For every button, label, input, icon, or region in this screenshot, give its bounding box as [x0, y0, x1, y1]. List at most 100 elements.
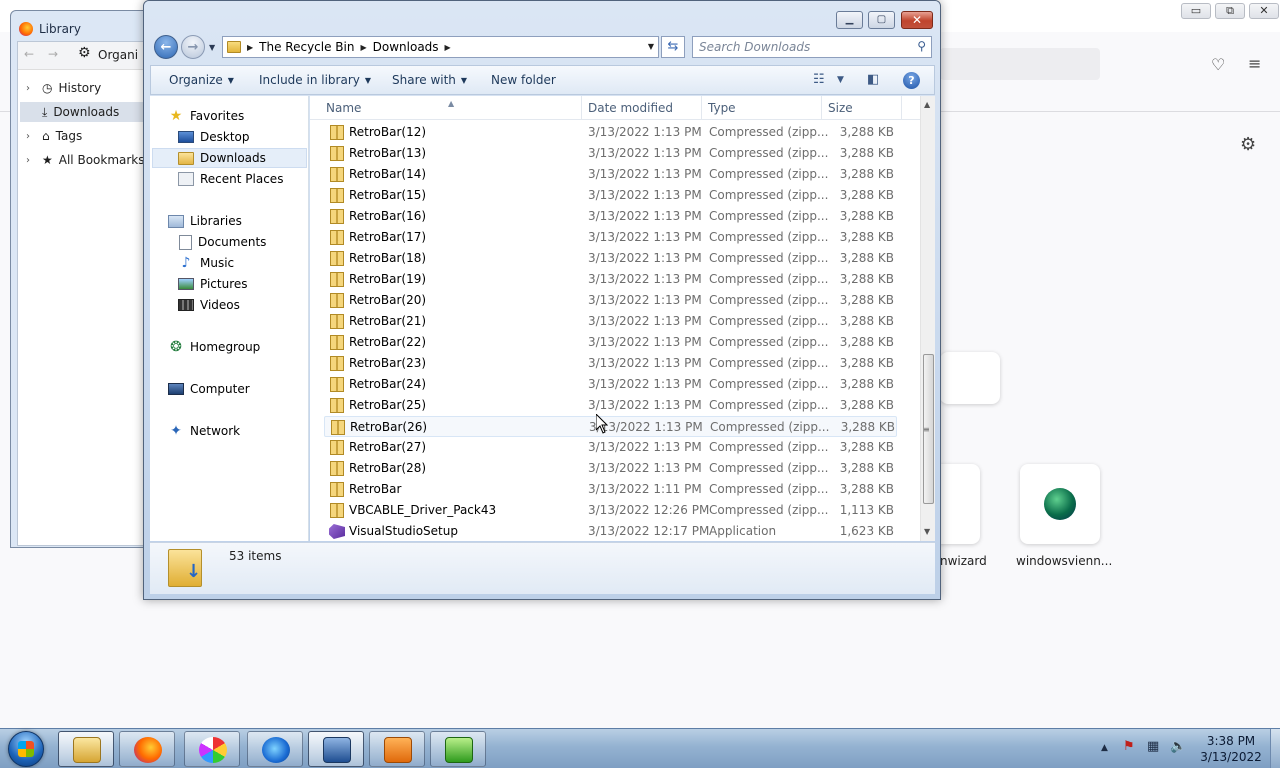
- file-row[interactable]: RetroBar(12) 3/13/2022 1:13 PM Compressed …: [324, 122, 897, 143]
- column-header-date[interactable]: Date modified: [582, 96, 702, 120]
- file-row[interactable]: RetroBar(26) 3/13/2022 1:13 PM Compressed …: [324, 416, 897, 437]
- libraries-icon: [168, 214, 184, 228]
- recent-pages-dropdown[interactable]: ▼: [209, 43, 215, 52]
- file-row[interactable]: RetroBar 3/13/2022 1:11 PM Compressed (zip…: [324, 479, 897, 500]
- search-input[interactable]: [693, 37, 903, 57]
- file-row[interactable]: RetroBar(23) 3/13/2022 1:13 PM Compressed …: [324, 353, 897, 374]
- nav-downloads[interactable]: Downloads: [152, 148, 307, 168]
- forward-arrow-icon[interactable]: →: [48, 47, 58, 61]
- forward-button[interactable]: →: [181, 35, 205, 59]
- file-row[interactable]: RetroBar(20) 3/13/2022 1:13 PM Compressed …: [324, 290, 897, 311]
- menu-icon[interactable]: ≡: [1248, 54, 1261, 73]
- taskbar-paint-button[interactable]: [184, 731, 240, 767]
- address-bar[interactable]: ▶ The Recycle Bin ▶ Downloads ▶ ▼: [222, 36, 659, 58]
- file-row[interactable]: RetroBar(25) 3/13/2022 1:13 PM Compressed …: [324, 395, 897, 416]
- new-folder-button[interactable]: New folder: [491, 73, 556, 87]
- firefox-restore-button[interactable]: ⧉: [1215, 3, 1245, 19]
- file-row[interactable]: RetroBar(16) 3/13/2022 1:13 PM Compressed …: [324, 206, 897, 227]
- organize-menu[interactable]: Organi: [98, 48, 138, 62]
- library-item-downloads[interactable]: ⤓ Downloads: [20, 102, 148, 122]
- file-row[interactable]: RetroBar(24) 3/13/2022 1:13 PM Compressed …: [324, 374, 897, 395]
- nav-favorites[interactable]: ★ Favorites: [168, 106, 245, 126]
- taskbar-media-player-button[interactable]: [369, 731, 425, 767]
- expand-arrow-icon[interactable]: ›: [26, 155, 36, 166]
- expand-arrow-icon[interactable]: ›: [26, 131, 36, 142]
- breadcrumb-separator-icon[interactable]: ▶: [360, 43, 366, 52]
- gear-icon[interactable]: ⚙: [1240, 134, 1256, 155]
- gear-icon[interactable]: ⚙: [78, 45, 91, 61]
- help-icon[interactable]: ?: [903, 72, 920, 89]
- nav-computer[interactable]: Computer: [168, 379, 250, 399]
- nav-network[interactable]: ✦ Network: [168, 421, 240, 441]
- column-header-type[interactable]: Type: [702, 96, 822, 120]
- shortcut-card[interactable]: [940, 352, 1000, 404]
- scroll-up-arrow-icon[interactable]: ▲: [924, 100, 930, 109]
- file-row[interactable]: RetroBar(17) 3/13/2022 1:13 PM Compressed …: [324, 227, 897, 248]
- minimize-button[interactable]: ▁: [836, 11, 863, 29]
- chevron-down-icon[interactable]: ▼: [837, 75, 844, 85]
- nav-music[interactable]: ♪ Music: [178, 253, 235, 273]
- taskbar-play-app-button[interactable]: [430, 731, 486, 767]
- library-item-all-bookmarks[interactable]: › ★ All Bookmarks: [26, 150, 145, 170]
- file-row[interactable]: RetroBar(14) 3/13/2022 1:13 PM Compressed …: [324, 164, 897, 185]
- breadcrumb-separator-icon[interactable]: ▶: [445, 43, 451, 52]
- back-button[interactable]: ←: [154, 35, 178, 59]
- show-desktop-button[interactable]: [1270, 729, 1280, 768]
- file-row[interactable]: RetroBar(13) 3/13/2022 1:13 PM Compressed …: [324, 143, 897, 164]
- file-date: 3/13/2022 12:26 PM: [588, 503, 710, 517]
- library-item-tags[interactable]: › ⌂ Tags: [26, 126, 82, 146]
- nav-pictures[interactable]: Pictures: [178, 274, 248, 294]
- preview-pane-icon[interactable]: ◧: [867, 72, 879, 87]
- firefox-minimize-button[interactable]: ▭: [1181, 3, 1211, 19]
- file-row[interactable]: VisualStudioSetup 3/13/2022 12:17 PM Appli…: [324, 521, 897, 541]
- breadcrumb-separator-icon[interactable]: ▶: [247, 43, 253, 52]
- view-options-icon[interactable]: ☷: [813, 72, 825, 87]
- breadcrumb-recycle-bin[interactable]: The Recycle Bin: [259, 40, 354, 54]
- close-button[interactable]: ✕: [901, 11, 933, 29]
- file-row[interactable]: RetroBar(21) 3/13/2022 1:13 PM Compressed …: [324, 311, 897, 332]
- file-row[interactable]: RetroBar(19) 3/13/2022 1:13 PM Compressed …: [324, 269, 897, 290]
- firefox-close-button[interactable]: ✕: [1249, 3, 1279, 19]
- taskbar-remote-desktop-button[interactable]: [308, 731, 364, 767]
- include-in-library-button[interactable]: Include in library ▼: [259, 73, 371, 87]
- column-header-name[interactable]: Name ▲: [320, 96, 582, 120]
- system-clock[interactable]: 3:38 PM 3/13/2022: [1196, 733, 1266, 765]
- nav-homegroup[interactable]: ❂ Homegroup: [168, 337, 260, 357]
- file-row[interactable]: VBCABLE_Driver_Pack43 3/13/2022 12:26 PM C…: [324, 500, 897, 521]
- maximize-button[interactable]: ▢: [868, 11, 895, 29]
- file-row[interactable]: RetroBar(15) 3/13/2022 1:13 PM Compressed …: [324, 185, 897, 206]
- taskbar-explorer-button[interactable]: [58, 731, 114, 767]
- vertical-scrollbar[interactable]: ▲ ≡ ▼: [920, 96, 935, 541]
- file-row[interactable]: RetroBar(22) 3/13/2022 1:13 PM Compressed …: [324, 332, 897, 353]
- search-box[interactable]: ⚲: [692, 36, 932, 58]
- column-header-size[interactable]: Size: [822, 96, 902, 120]
- pocket-icon[interactable]: ♡: [1211, 55, 1225, 74]
- nav-recent-places[interactable]: Recent Places: [178, 169, 283, 189]
- nav-libraries[interactable]: Libraries: [168, 211, 242, 231]
- organize-button[interactable]: Organize ▼: [169, 73, 234, 87]
- volume-icon[interactable]: 🔈: [1170, 739, 1186, 754]
- shortcut-card-windowsvienna[interactable]: [1020, 464, 1100, 544]
- scroll-down-arrow-icon[interactable]: ▼: [924, 527, 930, 536]
- taskbar-firefox-button[interactable]: [119, 731, 175, 767]
- search-icon[interactable]: ⚲: [917, 39, 926, 53]
- nav-videos[interactable]: Videos: [178, 295, 240, 315]
- file-row[interactable]: RetroBar(18) 3/13/2022 1:13 PM Compressed …: [324, 248, 897, 269]
- file-row[interactable]: RetroBar(27) 3/13/2022 1:13 PM Compressed …: [324, 437, 897, 458]
- action-center-flag-icon[interactable]: ⚑: [1123, 739, 1135, 754]
- firefox-url-bar[interactable]: [940, 48, 1100, 80]
- start-button[interactable]: [8, 731, 44, 767]
- show-hidden-icons-button[interactable]: ▲: [1101, 743, 1108, 753]
- file-row[interactable]: RetroBar(28) 3/13/2022 1:13 PM Compressed …: [324, 458, 897, 479]
- nav-documents[interactable]: Documents: [178, 232, 266, 252]
- nav-desktop[interactable]: Desktop: [178, 127, 250, 147]
- refresh-button[interactable]: ⇆: [661, 36, 685, 58]
- network-tray-icon[interactable]: ▦: [1147, 739, 1159, 754]
- breadcrumb-downloads[interactable]: Downloads: [373, 40, 439, 54]
- taskbar-internet-explorer-button[interactable]: [247, 731, 303, 767]
- expand-arrow-icon[interactable]: ›: [26, 83, 36, 94]
- share-with-button[interactable]: Share with ▼: [392, 73, 467, 87]
- library-item-history[interactable]: › ◷ History: [26, 78, 101, 98]
- back-arrow-icon[interactable]: ←: [24, 47, 34, 61]
- address-dropdown-icon[interactable]: ▼: [648, 42, 654, 51]
